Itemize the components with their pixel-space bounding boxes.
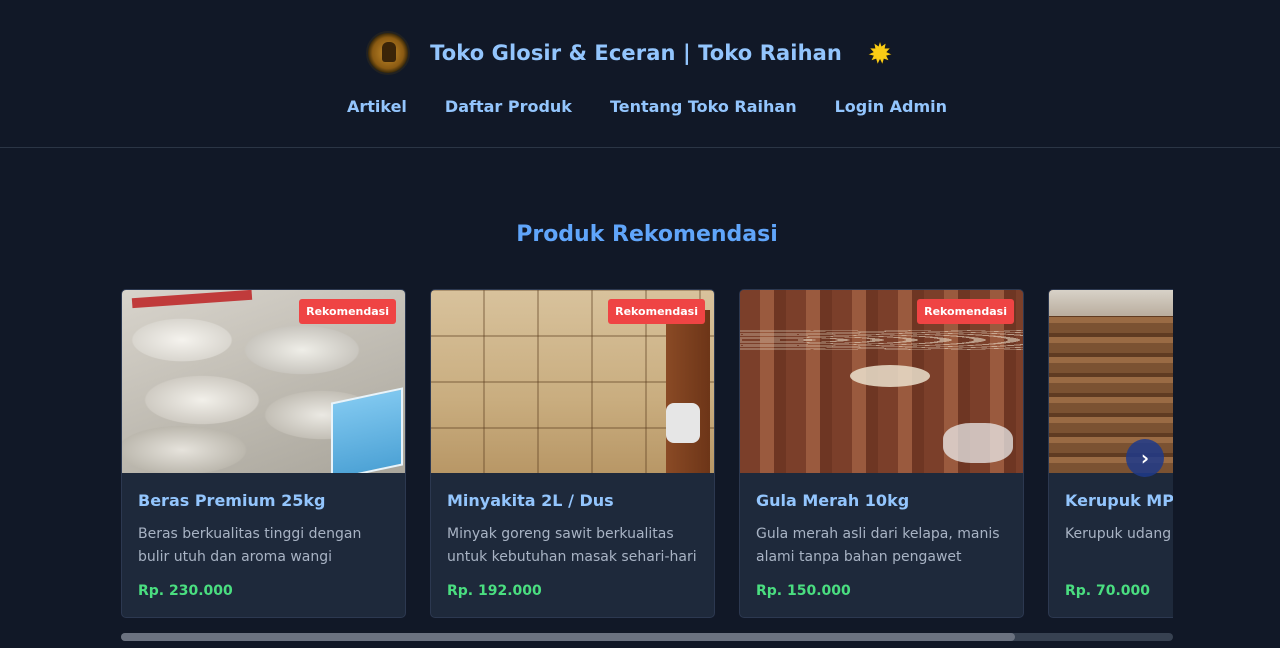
recommendation-badge: Rekomendasi — [299, 299, 396, 324]
product-image: Rekomendasi — [740, 290, 1023, 473]
nav-login-admin[interactable]: Login Admin — [835, 97, 947, 116]
carousel-track: Rekomendasi Beras Premium 25kg Beras ber… — [121, 289, 1173, 618]
product-price: Rp. 150.000 — [756, 583, 851, 599]
product-price: Rp. 70.000 — [1065, 583, 1151, 599]
nav-daftar-produk[interactable]: Daftar Produk — [445, 97, 572, 116]
product-image: Rekomendasi — [122, 290, 405, 473]
product-card[interactable]: Rekomendasi Minyakita 2L / Dus Minyak go… — [430, 289, 715, 618]
product-price: Rp. 192.000 — [447, 583, 542, 599]
site-header: Toko Glosir & Eceran | Toko Raihan Artik… — [0, 0, 1280, 148]
product-description: Beras berkualitas tinggi dengan bulir ut… — [138, 526, 362, 565]
nav-tentang[interactable]: Tentang Toko Raihan — [610, 97, 797, 116]
product-name[interactable]: Gula Merah 10kg — [756, 491, 1007, 510]
product-card[interactable]: Rekomendasi Beras Premium 25kg Beras ber… — [121, 289, 406, 618]
product-image: Rekomendasi — [431, 290, 714, 473]
nav-artikel[interactable]: Artikel — [347, 97, 407, 116]
recommendation-badge: Rekomendasi — [608, 299, 705, 324]
product-name[interactable]: Kerupuk MP 4 — [1065, 491, 1173, 510]
scrollbar-thumb[interactable] — [121, 633, 1016, 641]
brand: Toko Glosir & Eceran | Toko Raihan — [0, 30, 1280, 76]
product-price: Rp. 230.000 — [138, 583, 233, 599]
product-description: Gula merah asli dari kelapa, manis alami… — [756, 526, 1000, 565]
chevron-right-icon[interactable]: › — [1126, 439, 1164, 477]
product-name[interactable]: Minyakita 2L / Dus — [447, 491, 698, 510]
main-nav: Artikel Daftar Produk Tentang Toko Raiha… — [0, 97, 1280, 116]
product-description: Kerupuk udang l renyah dan gurik — [1065, 526, 1173, 542]
product-description: Minyak goreng sawit berkualitas untuk ke… — [447, 526, 697, 565]
product-card[interactable]: Rekomendasi Gula Merah 10kg Gula merah a… — [739, 289, 1024, 618]
product-carousel[interactable]: Rekomendasi Beras Premium 25kg Beras ber… — [121, 289, 1173, 619]
store-logo[interactable] — [366, 31, 411, 75]
sun-icon[interactable] — [867, 41, 892, 65]
product-name[interactable]: Beras Premium 25kg — [138, 491, 389, 510]
carousel-scrollbar[interactable] — [121, 633, 1173, 641]
site-title[interactable]: Toko Glosir & Eceran | Toko Raihan — [430, 41, 842, 65]
section-title: Produk Rekomendasi — [516, 222, 778, 247]
recommendation-badge: Rekomendasi — [917, 299, 1014, 324]
